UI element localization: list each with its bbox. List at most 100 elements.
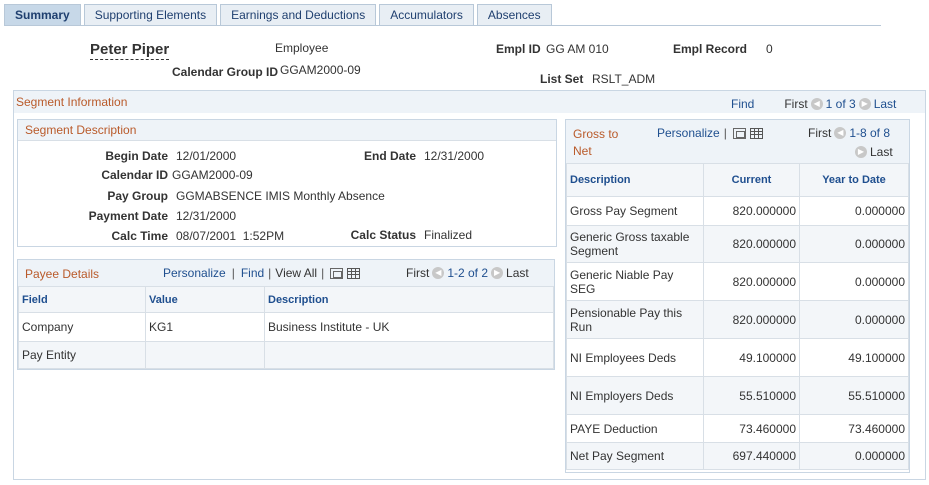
payee-first-label: First xyxy=(406,266,430,280)
table-row: NI Employers Deds 55.510000 55.510000 xyxy=(566,376,909,415)
table-cell: Net Pay Segment xyxy=(566,442,704,470)
next-arrow-icon[interactable]: ▶ xyxy=(491,267,504,279)
table-row: Pensionable Pay this Run 820.000000 0.00… xyxy=(566,300,909,339)
table-cell: NI Employers Deds xyxy=(566,376,704,415)
table-cell: Pensionable Pay this Run xyxy=(566,300,704,339)
begin-date-label: Begin Date xyxy=(105,149,168,163)
previous-arrow-icon[interactable]: ◀ xyxy=(834,127,847,139)
table-cell: 820.000000 xyxy=(703,300,800,339)
table-cell xyxy=(264,341,554,369)
payee-count: 1-2 of 2 xyxy=(447,266,489,280)
segment-nav: Find First ◀ 1 of 3 ▶ Last xyxy=(731,97,896,111)
table-row: PAYE Deduction 73.460000 73.460000 xyxy=(566,414,909,443)
calc-status-value: Finalized xyxy=(424,228,473,242)
table-cell: Gross Pay Segment xyxy=(566,196,704,226)
column-header-field[interactable]: Field xyxy=(18,286,146,313)
tab-supporting-elements[interactable]: Supporting Elements xyxy=(83,4,218,26)
separator: | xyxy=(321,266,325,280)
table-row: Net Pay Segment 697.440000 0.000000 xyxy=(566,442,909,470)
employee-role: Employee xyxy=(275,41,329,55)
payee-view-all-link[interactable]: View All xyxy=(275,266,317,280)
calc-status-label: Calc Status xyxy=(350,228,416,242)
table-cell: 55.510000 xyxy=(799,376,909,415)
table-cell: 0.000000 xyxy=(799,442,909,470)
download-grid-icon[interactable] xyxy=(347,267,361,279)
segment-description-title: Segment Description xyxy=(25,123,137,137)
gross-title-line: Gross to xyxy=(573,127,619,141)
segment-find-link[interactable]: Find xyxy=(731,97,754,111)
table-cell: 55.510000 xyxy=(703,376,800,415)
table-row: NI Employees Deds 49.100000 49.100000 xyxy=(566,338,909,377)
segment-information-title: Segment Information xyxy=(16,95,128,109)
tab-divider xyxy=(4,25,881,26)
table-cell: 0.000000 xyxy=(799,196,909,226)
payee-personalize-link[interactable]: Personalize xyxy=(163,266,226,280)
gross-nav: First ◀ 1-8 of 8 xyxy=(808,126,890,140)
table-cell: NI Employees Deds xyxy=(566,338,704,377)
tab-absences[interactable]: Absences xyxy=(476,4,552,26)
gross-count: 1-8 of 8 xyxy=(849,126,891,140)
table-cell: 820.000000 xyxy=(703,225,800,263)
table-row: Pay Entity xyxy=(18,341,554,369)
payee-find-link[interactable]: Find xyxy=(241,266,264,280)
empl-id-label: Empl ID xyxy=(496,42,541,56)
calc-time-label: Calc Time xyxy=(111,229,168,243)
tab-summary[interactable]: Summary xyxy=(4,4,81,26)
segment-last-link[interactable]: Last xyxy=(874,97,897,111)
separator: | xyxy=(723,126,727,140)
column-header-description[interactable]: Description xyxy=(264,286,554,313)
next-arrow-icon[interactable]: ▶ xyxy=(858,98,871,110)
payee-toolbar: Personalize | Find | View All | xyxy=(163,266,362,280)
list-set-label: List Set xyxy=(540,72,584,86)
gross-toolbar: Personalize | xyxy=(657,126,765,140)
previous-arrow-icon[interactable]: ◀ xyxy=(810,98,823,110)
tab-accumulators[interactable]: Accumulators xyxy=(379,4,474,26)
table-cell: Generic Niable Pay SEG xyxy=(566,262,704,301)
table-row: Generic Niable Pay SEG 820.000000 0.0000… xyxy=(566,262,909,301)
table-cell: 49.100000 xyxy=(799,338,909,377)
employee-name[interactable]: Peter Piper xyxy=(90,41,170,60)
table-cell xyxy=(145,341,265,369)
calendar-group-link[interactable]: GGAM2000-09 xyxy=(280,63,361,77)
payee-nav: First ◀ 1-2 of 2 ▶ Last xyxy=(406,266,529,280)
gross-personalize-link[interactable]: Personalize xyxy=(657,126,720,140)
table-cell: 820.000000 xyxy=(703,262,800,301)
calendar-id-label: Calendar ID xyxy=(101,168,168,182)
segment-first-label: First xyxy=(784,97,808,111)
table-cell: KG1 xyxy=(145,312,265,342)
table-cell: Company xyxy=(18,312,146,342)
table-cell: Generic Gross taxable Segment xyxy=(566,225,704,263)
table-cell: 73.460000 xyxy=(703,414,800,443)
gross-title-line: Net xyxy=(573,144,592,158)
column-header-value[interactable]: Value xyxy=(145,286,265,313)
table-cell: 49.100000 xyxy=(703,338,800,377)
previous-arrow-icon[interactable]: ◀ xyxy=(432,267,445,279)
payee-last-label[interactable]: Last xyxy=(506,266,529,280)
empl-record-value: 0 xyxy=(766,42,773,56)
separator: | xyxy=(231,266,235,280)
column-header-year-to-date[interactable]: Year to Date xyxy=(799,163,909,197)
gross-last-label[interactable]: Last xyxy=(870,145,893,159)
table-row: Company KG1 Business Institute - UK xyxy=(18,312,554,342)
end-date-value: 12/31/2000 xyxy=(424,149,485,163)
calendar-group-label: Calendar Group ID xyxy=(172,65,279,79)
table-cell: 73.460000 xyxy=(799,414,909,443)
table-cell: 0.000000 xyxy=(799,225,909,263)
table-cell: 0.000000 xyxy=(799,300,909,339)
begin-date-value: 12/01/2000 xyxy=(176,149,237,163)
table-cell: 697.440000 xyxy=(703,442,800,470)
table-cell: Business Institute - UK xyxy=(264,312,554,342)
pay-group-value: GGMABSENCE IMIS Monthly Absence xyxy=(176,189,385,203)
table-cell: 820.000000 xyxy=(703,196,800,226)
new-window-icon[interactable] xyxy=(732,127,746,139)
new-window-icon[interactable] xyxy=(330,267,344,279)
table-row: Generic Gross taxable Segment 820.000000… xyxy=(566,225,909,263)
payment-date-value: 12/31/2000 xyxy=(176,209,237,223)
column-header-description[interactable]: Description xyxy=(566,163,704,197)
empl-id-value: GG AM 010 xyxy=(546,42,609,56)
download-grid-icon[interactable] xyxy=(749,127,763,139)
tab-earnings-and-deductions[interactable]: Earnings and Deductions xyxy=(220,4,377,26)
next-arrow-icon[interactable]: ▶ xyxy=(855,146,867,158)
column-header-current[interactable]: Current xyxy=(703,163,800,197)
pay-group-label: Pay Group xyxy=(107,189,168,203)
